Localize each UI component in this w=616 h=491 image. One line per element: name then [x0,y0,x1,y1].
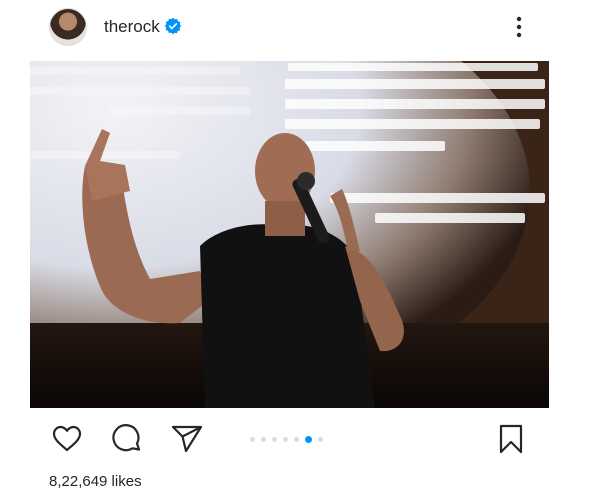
bookmark-icon[interactable] [494,422,528,456]
post-actions [0,420,616,460]
carousel-dot [250,436,255,442]
carousel-dot [283,436,288,442]
carousel-dot [294,436,299,442]
avatar[interactable] [49,8,87,46]
likes-count[interactable]: 8,22,649 likes [49,473,142,490]
post-image[interactable] [30,61,549,408]
verified-badge-icon [164,17,182,35]
share-icon[interactable] [170,422,204,456]
post-header: therock [0,0,616,54]
carousel-indicator [250,435,323,443]
username[interactable]: therock [104,17,160,37]
heart-icon[interactable] [50,422,84,456]
post-photo [30,61,549,408]
carousel-dot [272,436,277,442]
carousel-dot-active [305,435,312,443]
carousel-dot [318,436,323,442]
comment-icon[interactable] [110,422,144,456]
carousel-dot [261,436,266,442]
more-options-icon[interactable] [509,13,529,41]
